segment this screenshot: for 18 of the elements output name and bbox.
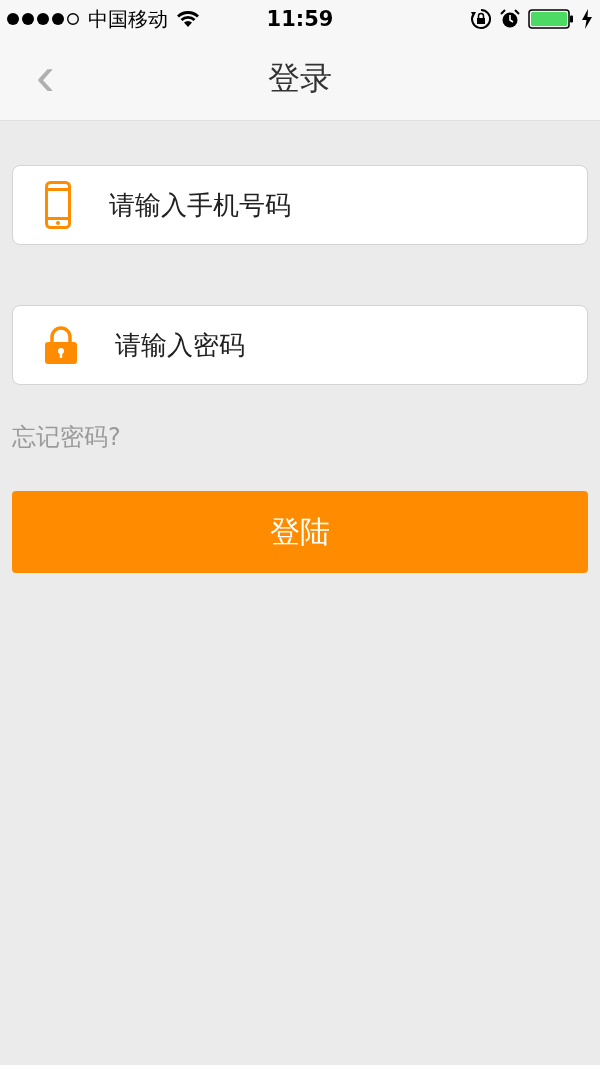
input-box[interactable]: 请输入密码	[12, 305, 588, 385]
wifi-icon	[176, 10, 200, 28]
charging-icon	[582, 9, 592, 29]
login-button[interactable]: 登陆	[12, 491, 588, 573]
signal-icon	[6, 12, 80, 26]
input-field[interactable]: 请输入手机号码	[107, 188, 587, 222]
input-field[interactable]: 请输入密码	[113, 328, 587, 362]
back-button[interactable]: ‹	[30, 48, 61, 104]
carrier-name: 中国移动	[88, 5, 168, 33]
page-title: 登录	[268, 58, 332, 99]
alarm-icon	[500, 9, 520, 29]
phone-icon	[45, 181, 71, 229]
rotation-lock-icon	[470, 8, 492, 30]
forgot-password-link[interactable]: 忘记密码?	[12, 421, 121, 453]
battery-icon	[528, 9, 574, 29]
padlock-icon	[45, 326, 77, 364]
input-box[interactable]: 请输入手机号码	[12, 165, 588, 245]
status-time: 11:59	[266, 7, 334, 31]
